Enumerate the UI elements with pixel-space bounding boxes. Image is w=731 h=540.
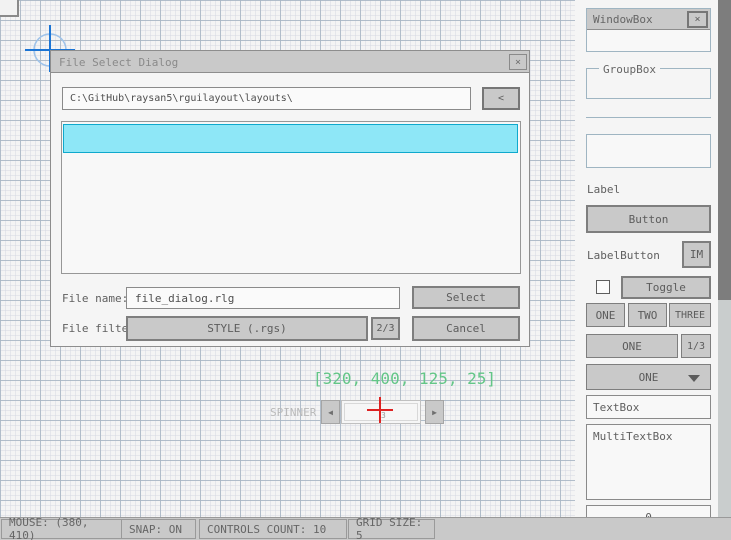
palette-windowbox[interactable]: WindowBox × <box>586 8 711 52</box>
status-mouse: MOUSE: (380, 410) <box>1 519 122 539</box>
palette-combobox[interactable]: ONE <box>586 334 678 358</box>
control-bounds-readout: [320, 400, 125, 25] <box>313 369 496 388</box>
status-controls-count: CONTROLS COUNT: 10 <box>199 519 347 539</box>
status-bar: MOUSE: (380, 410) SNAP: ON CONTROLS COUN… <box>0 517 731 540</box>
palette-labelbutton[interactable]: LabelButton <box>587 249 660 262</box>
cursor-value-hint: 3 <box>381 411 386 420</box>
palette-toggle[interactable]: Toggle <box>621 276 711 299</box>
close-icon[interactable]: × <box>509 54 527 70</box>
groupbox-label: GroupBox <box>599 63 660 76</box>
file-filter-button[interactable]: STYLE (.rgs) <box>126 316 368 341</box>
cancel-button[interactable]: Cancel <box>412 316 520 341</box>
file-name-input[interactable]: file_dialog.rlg <box>126 287 400 309</box>
palette-scrollbar[interactable] <box>718 0 731 517</box>
palette-checkbox[interactable] <box>596 280 610 294</box>
file-name-label: File name: <box>62 292 128 305</box>
spinner-increase-button[interactable]: ▶ <box>425 400 444 424</box>
back-button[interactable]: < <box>482 87 520 110</box>
palette-imagebutton[interactable]: IM <box>682 241 711 268</box>
windowbox-titlebar: WindowBox × <box>587 9 710 30</box>
close-icon[interactable]: × <box>687 11 708 28</box>
palette-togglegroup-one[interactable]: ONE <box>586 303 625 327</box>
status-grid-size: GRID SIZE: 5 <box>348 519 435 539</box>
dialog-title: File Select Dialog <box>59 56 178 69</box>
palette-textbox[interactable]: TextBox <box>586 395 711 419</box>
back-arrow-icon: < <box>498 93 504 104</box>
dropdown-label: ONE <box>639 371 659 384</box>
controls-palette: WindowBox × GroupBox Label Button LabelB… <box>575 0 718 517</box>
status-snap: SNAP: ON <box>121 519 196 539</box>
spinner-decrease-button[interactable]: ◀ <box>321 400 340 424</box>
cursor-crosshair-icon <box>367 397 393 423</box>
filter-count-badge[interactable]: 2/3 <box>371 317 400 340</box>
path-textbox[interactable]: C:\GitHub\raysan5\rguilayout\layouts\ <box>62 87 471 110</box>
left-arrow-icon: ◀ <box>328 408 333 417</box>
palette-multitextbox[interactable]: MultiTextBox <box>586 424 711 500</box>
dialog-titlebar[interactable]: File Select Dialog × <box>51 51 529 73</box>
chevron-down-icon <box>688 375 700 382</box>
select-button[interactable]: Select <box>412 286 520 309</box>
rguilayout-app: File Select Dialog × C:\GitHub\raysan5\r… <box>0 0 731 540</box>
palette-dropdownbox[interactable]: ONE <box>586 364 711 390</box>
palette-valuebox[interactable]: 0 <box>586 505 711 517</box>
windowbox-title: WindowBox <box>593 13 653 26</box>
right-arrow-icon: ▶ <box>432 408 437 417</box>
palette-button[interactable]: Button <box>586 205 711 233</box>
palette-line[interactable] <box>586 117 711 118</box>
palette-scrollbar-thumb[interactable] <box>718 0 731 300</box>
file-select-dialog-window[interactable]: File Select Dialog × C:\GitHub\raysan5\r… <box>50 50 530 347</box>
palette-togglegroup-three[interactable]: THREE <box>669 303 711 327</box>
palette-panel[interactable] <box>586 134 711 168</box>
palette-combobox-count[interactable]: 1/3 <box>681 334 711 358</box>
listview-selected-row[interactable] <box>63 124 518 153</box>
palette-label[interactable]: Label <box>587 183 620 196</box>
spinner-label: SPINNER <box>270 406 316 419</box>
palette-groupbox[interactable]: GroupBox <box>586 68 711 99</box>
file-listview[interactable] <box>61 121 521 274</box>
palette-togglegroup-two[interactable]: TWO <box>628 303 667 327</box>
origin-marker <box>0 0 19 17</box>
